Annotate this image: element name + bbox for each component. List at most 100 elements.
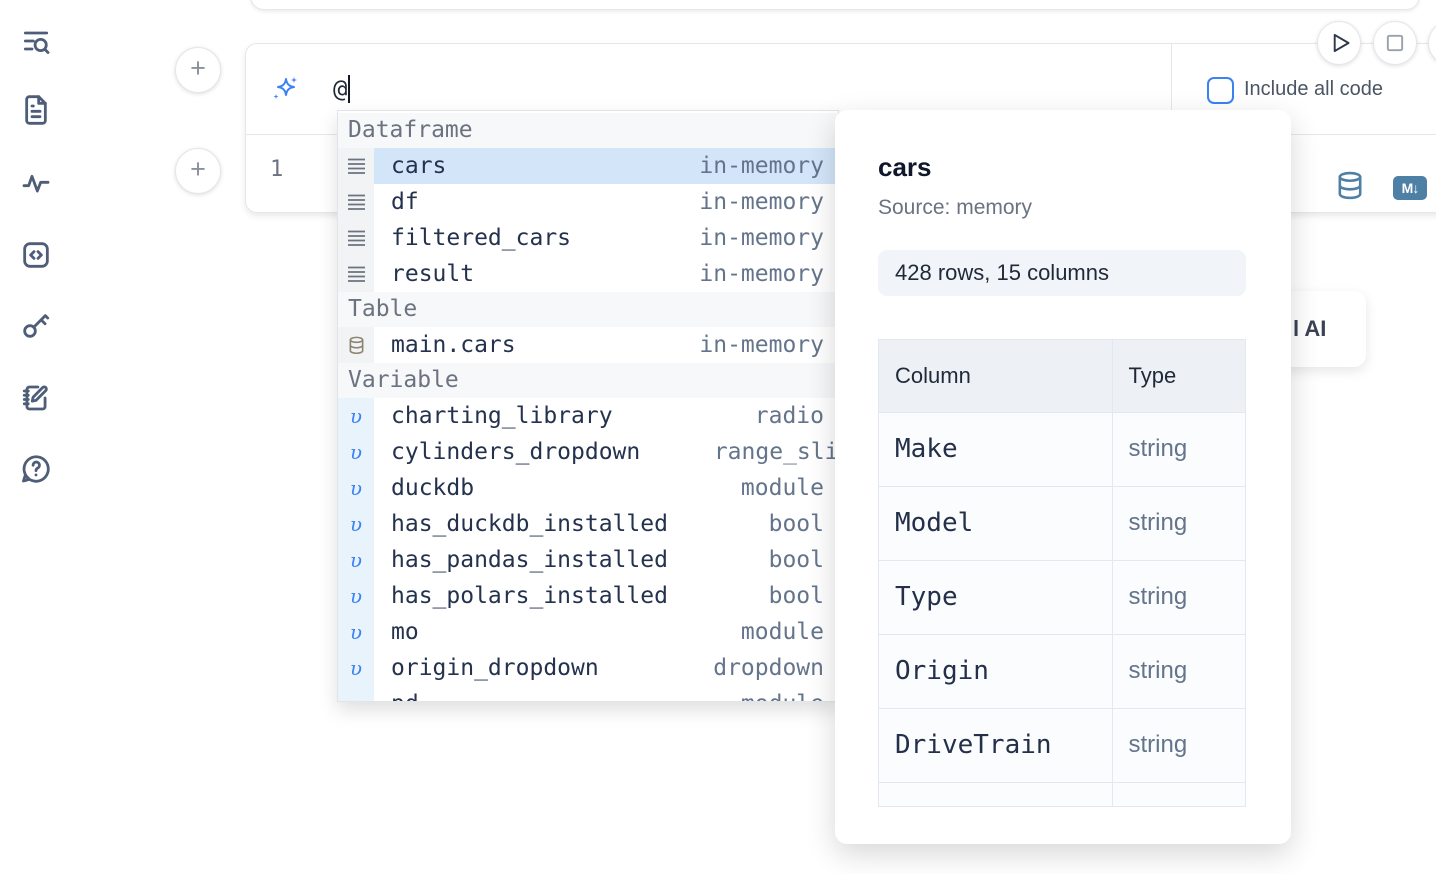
completion-item-duckdb[interactable]: υ duckdb module bbox=[338, 470, 838, 506]
schema-row: Origin string bbox=[879, 634, 1245, 708]
rows-icon bbox=[338, 184, 374, 220]
text-cursor bbox=[348, 75, 350, 103]
clipped-row: υ pd module bbox=[338, 686, 838, 701]
variable-icon: υ bbox=[338, 506, 374, 542]
column-name bbox=[879, 782, 1112, 807]
completion-item-mo[interactable]: υ momodule bbox=[338, 614, 838, 650]
schema-row bbox=[879, 782, 1245, 807]
completion-item-cars[interactable]: cars in-memory bbox=[338, 148, 838, 184]
item-type: dropdown bbox=[713, 655, 838, 681]
item-name: pd bbox=[374, 691, 419, 701]
file-text-icon[interactable] bbox=[19, 93, 53, 127]
item-name: origin_dropdown bbox=[374, 655, 599, 681]
item-type: module bbox=[741, 691, 838, 701]
column-type: string bbox=[1112, 412, 1245, 486]
column-header: Column bbox=[879, 340, 1112, 412]
section-header-variable: Variable bbox=[338, 363, 838, 398]
ai-prompt-input[interactable]: @ bbox=[333, 71, 350, 107]
item-type: module bbox=[741, 475, 838, 501]
column-name: DriveTrain bbox=[879, 708, 1112, 782]
dataframe-preview-panel: cars Source: memory 428 rows, 15 columns… bbox=[835, 110, 1291, 844]
completion-item-has-duckdb-installed[interactable]: υ has_duckdb_installed bool bbox=[338, 506, 838, 542]
variable-icon: υ bbox=[338, 470, 374, 506]
schema-row: Type string bbox=[879, 560, 1245, 634]
item-name: duckdb bbox=[374, 475, 474, 501]
rows-icon bbox=[338, 256, 374, 292]
item-name: has_polars_installed bbox=[374, 583, 668, 609]
item-name: cars bbox=[374, 153, 446, 179]
item-type: in-memory bbox=[699, 153, 838, 179]
ai-prompt-value: @ bbox=[333, 75, 347, 103]
variable-icon: υ bbox=[338, 398, 374, 434]
rows-icon bbox=[338, 220, 374, 256]
database-icon bbox=[338, 327, 374, 363]
variable-icon: υ bbox=[338, 542, 374, 578]
item-type: radio bbox=[755, 403, 838, 429]
column-name: Type bbox=[879, 560, 1112, 634]
database-icon[interactable] bbox=[1336, 171, 1364, 201]
activity-icon[interactable] bbox=[19, 166, 53, 200]
list-search-icon[interactable] bbox=[19, 24, 53, 58]
stop-button[interactable] bbox=[1373, 21, 1417, 65]
completion-item-result[interactable]: resultin-memory bbox=[338, 256, 838, 292]
completion-item-cylinders-dropdown[interactable]: υ cylinders_dropdown range_slider bbox=[338, 434, 838, 470]
schema-row: Make string bbox=[879, 412, 1245, 486]
column-type: string bbox=[1112, 708, 1245, 782]
item-name: result bbox=[374, 261, 474, 287]
item-type: bool bbox=[769, 511, 838, 537]
completion-item-charting-library[interactable]: υ charting_libraryradio bbox=[338, 398, 838, 434]
item-name: has_pandas_installed bbox=[374, 547, 668, 573]
variable-icon: υ bbox=[338, 686, 374, 701]
completion-item-has-polars-installed[interactable]: υ has_polars_installedbool bbox=[338, 578, 838, 614]
variable-icon: υ bbox=[338, 578, 374, 614]
help-circle-icon[interactable] bbox=[19, 452, 53, 486]
column-type bbox=[1112, 782, 1245, 807]
column-type: string bbox=[1112, 560, 1245, 634]
completion-item-df[interactable]: df in-memory bbox=[338, 184, 838, 220]
completion-item-origin-dropdown[interactable]: υ origin_dropdown dropdown bbox=[338, 650, 838, 686]
column-type: string bbox=[1112, 486, 1245, 560]
completion-item-filtered-cars[interactable]: filtered_carsin-memory bbox=[338, 220, 838, 256]
column-name: Make bbox=[879, 412, 1112, 486]
item-type: bool bbox=[769, 547, 838, 573]
column-name: Model bbox=[879, 486, 1112, 560]
run-cell-button[interactable] bbox=[1317, 21, 1361, 65]
item-name: cylinders_dropdown bbox=[374, 439, 640, 465]
variable-icon: υ bbox=[338, 434, 374, 470]
stop-icon bbox=[1374, 21, 1416, 65]
item-name: df bbox=[374, 189, 419, 215]
line-number: 1 bbox=[270, 157, 283, 182]
item-name: filtered_cars bbox=[374, 225, 571, 251]
column-type: string bbox=[1112, 634, 1245, 708]
section-header-dataframe: Dataframe bbox=[338, 113, 838, 148]
column-name: Origin bbox=[879, 634, 1112, 708]
plus-icon: + bbox=[190, 154, 206, 185]
completion-item-has-pandas-installed[interactable]: υ has_pandas_installed bool bbox=[338, 542, 838, 578]
type-header: Type bbox=[1112, 340, 1245, 412]
section-header-table: Table bbox=[338, 292, 838, 327]
key-icon[interactable] bbox=[19, 308, 53, 342]
previous-cell-edge bbox=[250, 0, 1420, 10]
item-type: module bbox=[741, 619, 838, 645]
item-type: in-memory bbox=[699, 332, 838, 358]
rows-icon bbox=[338, 148, 374, 184]
item-name: main.cars bbox=[374, 332, 516, 358]
shape-badge: 428 rows, 15 columns bbox=[878, 250, 1246, 296]
code-box-icon[interactable] bbox=[19, 238, 53, 272]
play-icon bbox=[1318, 21, 1360, 65]
notebook-pen-icon[interactable] bbox=[19, 380, 53, 414]
add-cell-below-button[interactable]: + bbox=[175, 148, 221, 194]
variable-icon: υ bbox=[338, 650, 374, 686]
item-name: has_duckdb_installed bbox=[374, 511, 668, 537]
include-all-code-checkbox[interactable] bbox=[1207, 77, 1234, 104]
item-type: in-memory bbox=[699, 189, 838, 215]
add-cell-above-button[interactable]: + bbox=[175, 47, 221, 93]
completion-item-main-cars[interactable]: main.cars in-memory bbox=[338, 327, 838, 363]
item-type: range_slider bbox=[714, 439, 839, 465]
panel-source: Source: memory bbox=[878, 196, 1246, 220]
sparkles-icon bbox=[270, 75, 300, 105]
markdown-icon[interactable]: M↓ bbox=[1393, 176, 1427, 200]
schema-table: Column Type Make string Model string Typ… bbox=[878, 339, 1246, 807]
completion-item-pd[interactable]: υ pd module bbox=[338, 686, 838, 701]
schema-row: DriveTrain string bbox=[879, 708, 1245, 782]
